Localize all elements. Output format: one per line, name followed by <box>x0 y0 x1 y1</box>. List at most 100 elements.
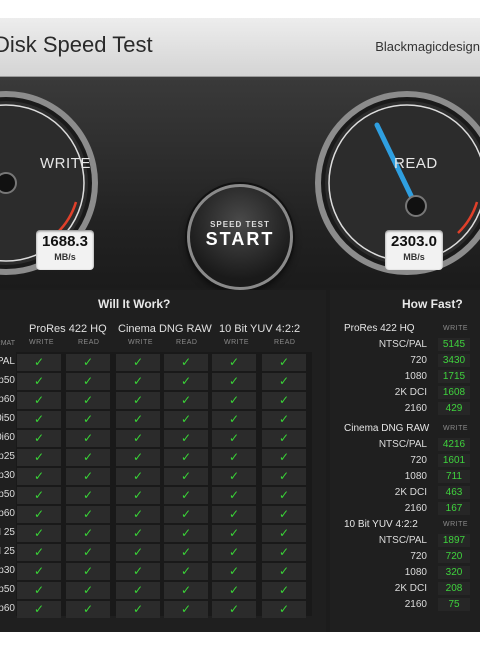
compatibility-check-cell: ✓ <box>116 487 160 504</box>
compatibility-check-cell: ✓ <box>212 525 256 542</box>
compatibility-check-cell: ✓ <box>66 373 110 390</box>
frame-rate-value: 1608 <box>438 386 470 399</box>
column-subheader: WRITE <box>128 339 154 346</box>
compatibility-check-cell: ✓ <box>262 449 306 466</box>
resolution-label: NTSC/PAL <box>378 339 427 350</box>
compatibility-check-cell: ✓ <box>164 392 208 409</box>
format-row-label: 1080p25 <box>0 451 15 462</box>
frame-rate-value: 4216 <box>438 438 470 451</box>
compatibility-check-cell: ✓ <box>164 525 208 542</box>
write-column-header: WRITE <box>443 325 469 332</box>
brand-logo-text: Blackmagicdesign <box>375 39 480 54</box>
frame-rate-value: 320 <box>438 566 470 579</box>
resolution-label: 720 <box>410 355 427 366</box>
compatibility-check-cell: ✓ <box>17 601 61 618</box>
compatibility-check-cell: ✓ <box>17 525 61 542</box>
format-row-label: 2K DCI 25 <box>0 527 15 538</box>
compatibility-check-cell: ✓ <box>116 563 160 580</box>
compatibility-check-cell: ✓ <box>212 468 256 485</box>
compatibility-check-cell: ✓ <box>116 601 160 618</box>
format-column-header: 10 Bit YUV 4:2:2 <box>219 323 301 335</box>
compatibility-check-cell: ✓ <box>212 582 256 599</box>
compatibility-check-cell: ✓ <box>262 506 306 523</box>
title-bar: Disk Speed Test Blackmagicdesign <box>0 18 480 77</box>
compatibility-check-cell: ✓ <box>116 354 160 371</box>
compatibility-check-cell: ✓ <box>262 354 306 371</box>
format-row-label: NTSC/PAL <box>0 356 15 367</box>
compatibility-check-cell: ✓ <box>17 373 61 390</box>
resolution-label: 2K DCI <box>394 387 427 398</box>
compatibility-check-cell: ✓ <box>212 392 256 409</box>
compatibility-check-cell: ✓ <box>17 487 61 504</box>
will-it-work-title: Will It Work? <box>98 297 171 311</box>
app-window: Disk Speed Test Blackmagicdesign WRITE 1… <box>0 18 480 632</box>
compatibility-check-cell: ✓ <box>164 582 208 599</box>
compatibility-check-cell: ✓ <box>17 354 61 371</box>
write-unit: MB/s <box>54 252 76 262</box>
compatibility-check-cell: ✓ <box>262 373 306 390</box>
compatibility-check-cell: ✓ <box>262 430 306 447</box>
compatibility-check-cell: ✓ <box>17 430 61 447</box>
resolution-label: 2K DCI <box>394 583 427 594</box>
start-button-caption: SPEED TEST <box>210 220 270 229</box>
compatibility-check-cell: ✓ <box>262 582 306 599</box>
compatibility-check-cell: ✓ <box>164 468 208 485</box>
frame-rate-value: 1601 <box>438 454 470 467</box>
write-value-readout: 1688.3 MB/s <box>36 230 94 270</box>
resolution-label: 2160 <box>404 403 427 414</box>
resolution-label: 1080 <box>404 471 427 482</box>
compatibility-check-cell: ✓ <box>116 468 160 485</box>
column-subheader: READ <box>78 339 100 346</box>
write-column-header: WRITE <box>443 425 469 432</box>
format-row-label: 720p60 <box>0 394 15 405</box>
compatibility-check-cell: ✓ <box>164 563 208 580</box>
format-row-label: 2K DCI 25 <box>0 546 15 557</box>
compatibility-check-cell: ✓ <box>212 354 256 371</box>
compatibility-check-cell: ✓ <box>262 468 306 485</box>
compatibility-check-cell: ✓ <box>212 373 256 390</box>
compatibility-check-cell: ✓ <box>17 582 61 599</box>
format-group-name: ProRes 422 HQ <box>344 323 415 334</box>
format-row-label: 2160p50 <box>0 584 15 595</box>
compatibility-check-cell: ✓ <box>17 506 61 523</box>
will-it-work-panel: Will It Work? ProRes 422 HQ Cinema DNG RA… <box>0 290 326 632</box>
compatibility-check-cell: ✓ <box>66 582 110 599</box>
compatibility-check-cell: ✓ <box>262 563 306 580</box>
compatibility-check-cell: ✓ <box>116 392 160 409</box>
compatibility-check-cell: ✓ <box>212 544 256 561</box>
resolution-label: 2160 <box>404 599 427 610</box>
compatibility-check-cell: ✓ <box>66 563 110 580</box>
compatibility-check-cell: ✓ <box>66 468 110 485</box>
resolution-label: 1080 <box>404 567 427 578</box>
compatibility-check-cell: ✓ <box>212 563 256 580</box>
compatibility-check-cell: ✓ <box>262 411 306 428</box>
compatibility-check-cell: ✓ <box>116 506 160 523</box>
format-row-label: 720p50 <box>0 375 15 386</box>
read-value: 2303.0 <box>391 233 437 250</box>
compatibility-check-cell: ✓ <box>116 544 160 561</box>
compatibility-check-cell: ✓ <box>66 544 110 561</box>
compatibility-check-cell: ✓ <box>116 582 160 599</box>
compatibility-check-cell: ✓ <box>116 449 160 466</box>
format-row-header: FORMAT <box>0 340 15 347</box>
write-value: 1688.3 <box>42 233 88 250</box>
compatibility-check-cell: ✓ <box>116 430 160 447</box>
compatibility-check-cell: ✓ <box>116 525 160 542</box>
compatibility-check-cell: ✓ <box>66 487 110 504</box>
format-row-label: 1080p30 <box>0 470 15 481</box>
column-subheader: WRITE <box>224 339 250 346</box>
speed-test-start-button[interactable]: SPEED TEST START <box>187 184 293 290</box>
compatibility-check-cell: ✓ <box>262 525 306 542</box>
frame-rate-value: 3430 <box>438 354 470 367</box>
compatibility-check-cell: ✓ <box>66 525 110 542</box>
format-group-name: Cinema DNG RAW <box>344 423 430 434</box>
read-value-readout: 2303.0 MB/s <box>385 230 443 270</box>
compatibility-check-cell: ✓ <box>164 373 208 390</box>
write-gauge-label: WRITE <box>40 155 91 172</box>
compatibility-check-cell: ✓ <box>164 487 208 504</box>
format-row-label: 1080p50 <box>0 489 15 500</box>
compatibility-check-cell: ✓ <box>164 354 208 371</box>
compatibility-check-cell: ✓ <box>212 506 256 523</box>
frame-rate-value: 429 <box>438 402 470 415</box>
compatibility-check-cell: ✓ <box>66 506 110 523</box>
